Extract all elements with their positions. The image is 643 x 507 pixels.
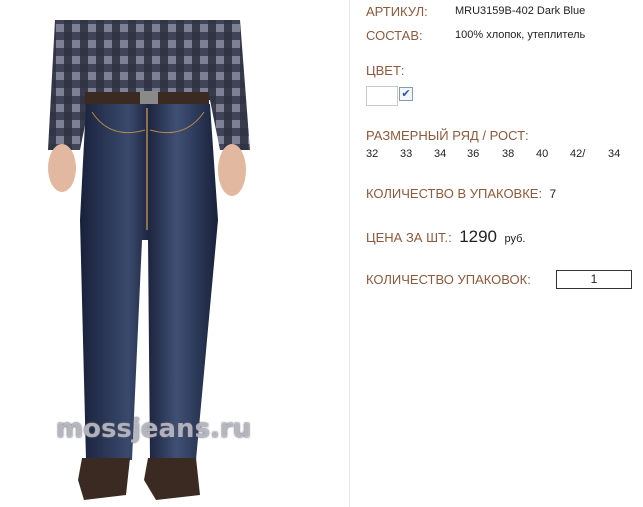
product-photo: mossjeans.ru — [0, 0, 350, 507]
size-item: 40 — [536, 148, 549, 160]
price-currency: руб. — [504, 233, 526, 245]
price-row: ЦЕНА ЗА ШТ.: 1290 руб. — [366, 227, 525, 247]
product-info-panel: АРТИКУЛ: MRU3159B-402 Dark Blue СОСТАВ: … — [366, 0, 643, 507]
size-item: 38 — [502, 148, 515, 160]
composition-value: 100% хлопок, утеплитель — [455, 29, 586, 41]
sizes-label: РАЗМЕРНЫЙ РЯД / РОСТ: — [366, 128, 529, 143]
packs-label: КОЛИЧЕСТВО УПАКОВОК: — [366, 272, 531, 287]
size-item: 32 — [366, 148, 379, 160]
color-checkbox[interactable]: ✔ — [399, 87, 413, 101]
size-item: 34 — [434, 148, 447, 160]
watermark-text: mossjeans.ru — [56, 414, 252, 444]
pack-qty-value: 7 — [549, 187, 557, 201]
price-value: 1290 — [459, 227, 498, 246]
pack-qty-label: КОЛИЧЕСТВО В УПАКОВКЕ: — [366, 186, 543, 201]
composition-row: СОСТАВ: — [366, 27, 423, 45]
sku-label: АРТИКУЛ: — [366, 4, 428, 19]
color-swatch[interactable] — [366, 86, 398, 106]
sku-row: АРТИКУЛ: — [366, 3, 428, 21]
price-label: ЦЕНА ЗА ШТ.: — [366, 230, 452, 245]
packs-quantity-input[interactable]: 1 — [556, 270, 632, 289]
size-item: 33 — [400, 148, 413, 160]
size-item: 34 — [608, 148, 621, 160]
composition-label: СОСТАВ: — [366, 28, 423, 43]
pack-qty-row: КОЛИЧЕСТВО В УПАКОВКЕ: 7 — [366, 185, 556, 203]
color-label: ЦВЕТ: — [366, 63, 405, 78]
sku-value: MRU3159B-402 Dark Blue — [455, 5, 586, 17]
size-item: 42/ — [570, 148, 586, 160]
size-item: 36 — [467, 148, 480, 160]
